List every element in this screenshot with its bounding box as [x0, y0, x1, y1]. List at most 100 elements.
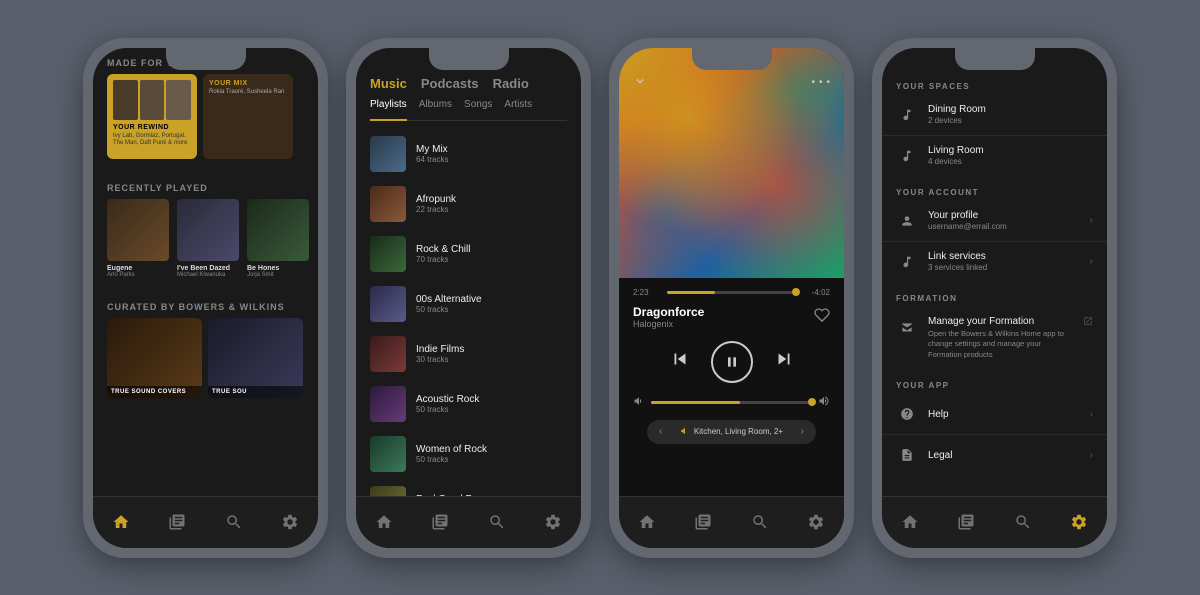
nav-library-4[interactable]: [955, 511, 977, 533]
mix-card[interactable]: YOUR MIX Rokia Traoré, Susheela Ran: [203, 74, 293, 159]
volume-fill: [651, 401, 740, 404]
formation-icon: [896, 317, 918, 339]
subtab-songs[interactable]: Songs: [464, 99, 492, 114]
playlist-item-5[interactable]: Acoustic Rock 50 tracks: [356, 379, 581, 429]
pl-name-1: Afropunk: [416, 194, 456, 205]
playback-controls: [633, 341, 830, 383]
link-services-chevron: [1090, 256, 1093, 267]
playlist-item-1[interactable]: Afropunk 22 tracks: [356, 179, 581, 229]
nav-home-3[interactable]: [636, 511, 658, 533]
room-bar-right-arrow[interactable]: ›: [801, 426, 804, 437]
curated-card-1[interactable]: TRUE SOU: [208, 318, 303, 398]
pl-tracks-1: 22 tracks: [416, 205, 456, 214]
help-item[interactable]: Help: [882, 394, 1107, 435]
notch-3: [692, 48, 772, 70]
room-bar-left-arrow[interactable]: ‹: [659, 426, 662, 437]
nav-search-4[interactable]: [1012, 511, 1034, 533]
nav-library-2[interactable]: [429, 511, 451, 533]
living-room-item[interactable]: Living Room 4 devices: [882, 136, 1107, 176]
nav-settings-2[interactable]: [542, 511, 564, 533]
living-room-icon: [896, 145, 918, 167]
link-services-title: Link services: [928, 251, 1080, 262]
pl-thumb-6: [370, 436, 406, 472]
nav-home-2[interactable]: [373, 511, 395, 533]
nav-settings-4[interactable]: [1068, 511, 1090, 533]
formation-section: FORMATION Manage your Formation Open the…: [882, 286, 1107, 370]
main-tabs: Music Podcasts Radio: [370, 76, 567, 91]
rp-item-2[interactable]: Be Hones Jorja Smit: [247, 199, 309, 278]
rp-thumb-0: [107, 199, 169, 261]
playlist-item-3[interactable]: 00s Alternative 50 tracks: [356, 279, 581, 329]
tab-music[interactable]: Music: [370, 76, 407, 91]
rewind-card[interactable]: YOUR REWIND Ivy Lab, Gormlaz, Portugal. …: [107, 74, 197, 159]
profile-icon: [896, 210, 918, 232]
nav-library-3[interactable]: [692, 511, 714, 533]
play-pause-button[interactable]: [711, 341, 753, 383]
pl-thumb-2: [370, 236, 406, 272]
link-services-icon: [896, 251, 918, 273]
pl-info-2: Rock & Chill 70 tracks: [416, 244, 470, 264]
nav-search-1[interactable]: [223, 511, 245, 533]
player-down-icon[interactable]: [633, 74, 647, 91]
subtab-playlists[interactable]: Playlists: [370, 99, 407, 121]
track-artist: Halogenix: [633, 319, 704, 329]
nav-settings-1[interactable]: [279, 511, 301, 533]
nav-bar-2: [356, 496, 581, 548]
phone-player: ••• 2:23 -4:02 Dragonforce: [609, 38, 854, 558]
pl-name-2: Rock & Chill: [416, 244, 470, 255]
playlist-item-6[interactable]: Women of Rock 50 tracks: [356, 429, 581, 479]
nav-home-4[interactable]: [899, 511, 921, 533]
playlist-item-0[interactable]: My Mix 64 tracks: [356, 129, 581, 179]
dining-room-sub: 2 devices: [928, 116, 1093, 125]
subtab-albums[interactable]: Albums: [419, 99, 452, 114]
rewind-img-3: [166, 80, 191, 120]
room-bar[interactable]: ‹ Kitchen, Living Room, 2+ ›: [647, 420, 816, 444]
phone-playlists-screen: Music Podcasts Radio Playlists Albums So…: [356, 48, 581, 548]
living-room-sub: 4 devices: [928, 157, 1093, 166]
pl-thumb-0: [370, 136, 406, 172]
tab-podcasts[interactable]: Podcasts: [421, 76, 479, 91]
formation-ext-icon: [1083, 316, 1093, 329]
subtab-artists[interactable]: Artists: [504, 99, 532, 114]
playlist-item-7[interactable]: Feel Good Pop 50 tracks: [356, 479, 581, 496]
tab-radio[interactable]: Radio: [493, 76, 529, 91]
rp-item-1[interactable]: I've Been Dazed Michael Kiwanuka: [177, 199, 239, 278]
pl-tracks-4: 30 tracks: [416, 355, 464, 364]
phone-home-screen: MADE FOR YOU YOUR REWIND Ivy Lab, Gormla…: [93, 48, 318, 548]
nav-search-3[interactable]: [749, 511, 771, 533]
pl-tracks-6: 50 tracks: [416, 455, 487, 464]
nav-home-1[interactable]: [110, 511, 132, 533]
volume-row: [633, 395, 830, 410]
playlist-item-2[interactable]: Rock & Chill 70 tracks: [356, 229, 581, 279]
formation-item[interactable]: Manage your Formation Open the Bowers & …: [882, 307, 1107, 370]
curated-card-0[interactable]: TRUE SOUND COVERS: [107, 318, 202, 398]
nav-library-1[interactable]: [166, 511, 188, 533]
rewind-subtitle: Ivy Lab, Gormlaz, Portugal. The Man, Daf…: [113, 133, 191, 149]
progress-bar[interactable]: [667, 291, 796, 294]
room-bar-icon: [680, 426, 690, 438]
volume-max-icon: [818, 395, 830, 410]
pl-thumb-7: [370, 486, 406, 496]
curated-grid: TRUE SOUND COVERS TRUE SOU: [93, 318, 318, 398]
track-info-row: Dragonforce Halogenix: [633, 305, 830, 329]
playlist-item-4[interactable]: Indie Films 30 tracks: [356, 329, 581, 379]
notch-1: [166, 48, 246, 70]
profile-item[interactable]: Your profile username@errail.com: [882, 201, 1107, 242]
heart-button[interactable]: [814, 307, 830, 326]
phone-home: MADE FOR YOU YOUR REWIND Ivy Lab, Gormla…: [83, 38, 328, 558]
profile-info: Your profile username@errail.com: [928, 210, 1080, 231]
nav-search-2[interactable]: [486, 511, 508, 533]
phone-settings: YOUR SPACES Dining Room 2 devices: [872, 38, 1117, 558]
next-button[interactable]: [773, 348, 795, 375]
prev-button[interactable]: [669, 348, 691, 375]
rp-item-0[interactable]: Eugene Arlo Parks: [107, 199, 169, 278]
legal-item[interactable]: Legal: [882, 435, 1107, 475]
volume-icon: [633, 395, 645, 410]
remaining-time: -4:02: [802, 288, 830, 297]
nav-settings-3[interactable]: [805, 511, 827, 533]
link-services-item[interactable]: Link services 3 services linked: [882, 242, 1107, 282]
volume-bar[interactable]: [651, 401, 812, 404]
formation-sub: Open the Bowers & Wilkins Home app to ch…: [928, 329, 1073, 361]
dining-room-item[interactable]: Dining Room 2 devices: [882, 95, 1107, 136]
player-dots-icon[interactable]: •••: [811, 74, 830, 91]
